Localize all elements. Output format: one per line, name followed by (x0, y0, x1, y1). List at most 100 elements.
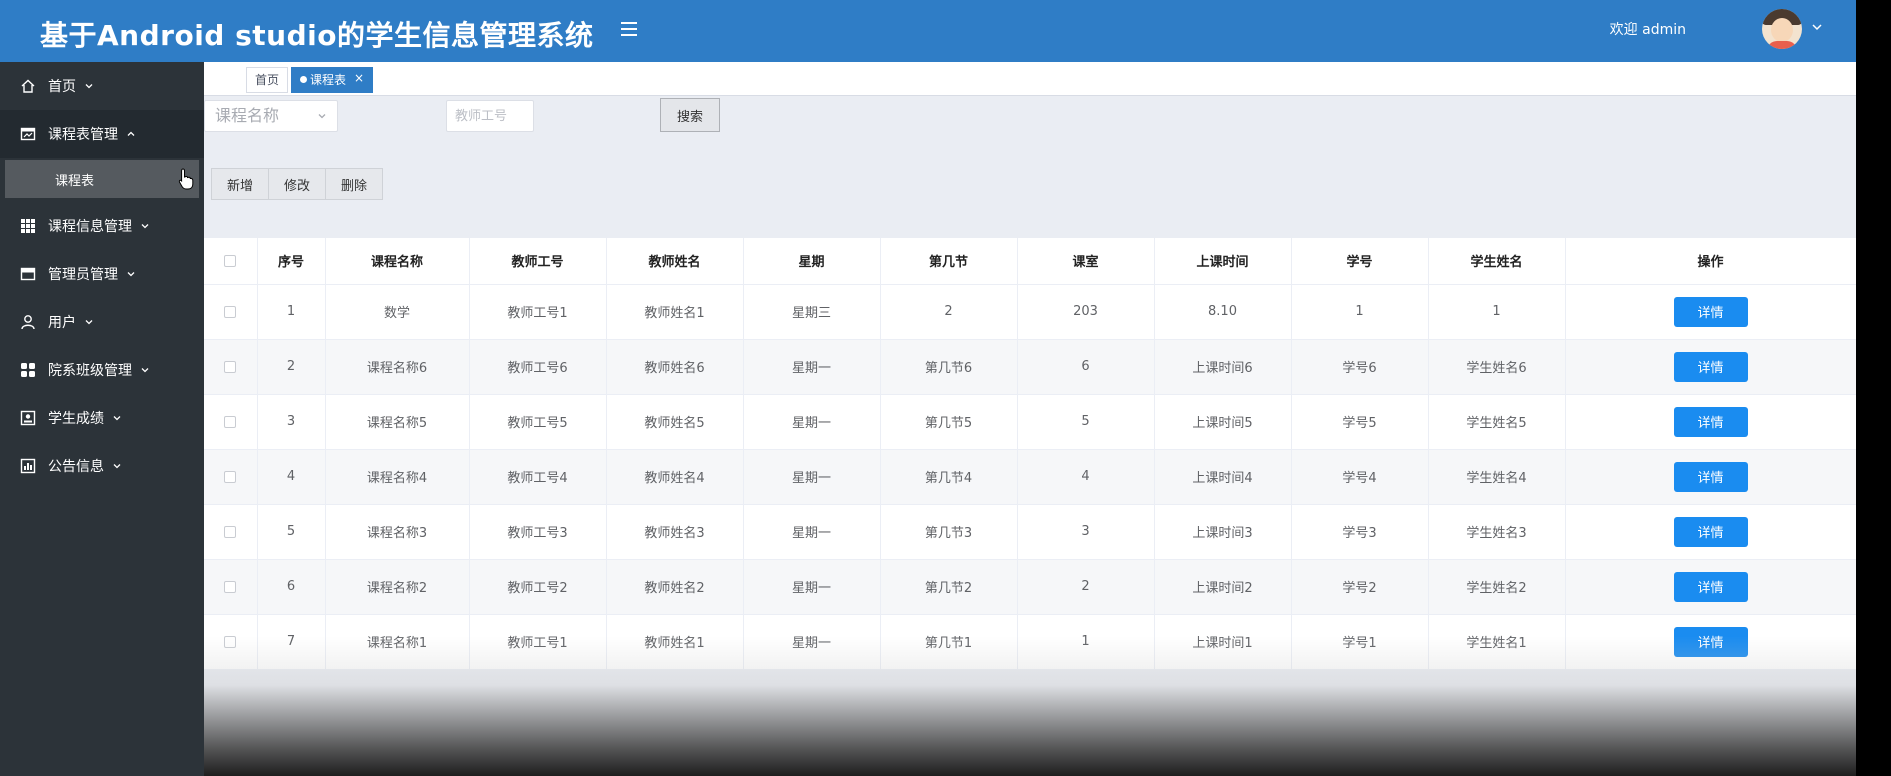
avatar[interactable] (1762, 9, 1802, 49)
detail-button[interactable]: 详情 (1673, 516, 1748, 547)
table-cell: 教师工号1 (469, 614, 607, 670)
sidebar-item-home[interactable]: 首页 (0, 62, 204, 110)
table-row[interactable]: 5 课程名称3 教师工号3 教师姓名3 星期一 第几节3 3 上课时间3 学号3 学生姓名3 详情 (204, 504, 1856, 560)
sidebar-item-label: 首页 (48, 79, 76, 95)
close-icon[interactable]: × (354, 66, 364, 90)
table-cell: 3 (257, 394, 326, 450)
table-row[interactable]: 4 课程名称4 教师工号4 教师姓名4 星期一 第几节4 4 上课时间4 学号4 学生姓名4 详情 (204, 449, 1856, 505)
edit-button[interactable]: 修改 (268, 168, 327, 200)
table-cell: 教师工号4 (469, 449, 607, 505)
row-select-cell (204, 339, 258, 395)
table-cell: 课程名称4 (325, 449, 470, 505)
top-header: 基于Android studio的学生信息管理系统 欢迎 admin (0, 0, 1856, 62)
row-checkbox[interactable] (224, 415, 237, 428)
sidebar-item-label: 公告信息 (48, 459, 104, 475)
chevron-down-icon[interactable] (1810, 20, 1824, 34)
row-checkbox[interactable] (224, 360, 237, 373)
table-cell: 星期一 (743, 504, 881, 560)
table-cell: 学号1 (1291, 614, 1429, 670)
delete-button[interactable]: 删除 (325, 168, 384, 200)
row-checkbox[interactable] (224, 470, 237, 483)
column-header[interactable]: 序号 (257, 238, 326, 285)
table-cell: 课程名称5 (325, 394, 470, 450)
column-header[interactable]: 学号 (1291, 238, 1429, 285)
sidebar-item-department-class[interactable]: 院系班级管理 (0, 346, 204, 394)
table-cell: 3 (1017, 504, 1155, 560)
row-checkbox[interactable] (224, 525, 237, 538)
menu-toggle-icon[interactable] (618, 18, 640, 40)
row-select-cell (204, 284, 258, 340)
column-header[interactable]: 课程名称 (325, 238, 470, 285)
column-header[interactable]: 学生姓名 (1428, 238, 1566, 285)
table-row[interactable]: 2 课程名称6 教师工号6 教师姓名6 星期一 第几节6 6 上课时间6 学号6 学生姓名6 详情 (204, 339, 1856, 395)
table-cell: 5 (1017, 394, 1155, 450)
detail-button[interactable]: 详情 (1673, 626, 1748, 657)
table-row[interactable]: 1 数学 教师工号1 教师姓名1 星期三 2 203 8.10 1 1 详情 (204, 284, 1856, 340)
sidebar-item-announcements[interactable]: 公告信息 (0, 442, 204, 490)
welcome-text: 欢迎 admin (1609, 22, 1686, 38)
tab-home[interactable]: 首页 (246, 67, 289, 93)
row-checkbox[interactable] (224, 635, 237, 648)
actions-cell: 详情 (1565, 339, 1856, 395)
table-cell: 课程名称2 (325, 559, 470, 615)
column-header[interactable]: 课室 (1017, 238, 1155, 285)
table-cell: 5 (257, 504, 326, 560)
detail-button[interactable]: 详情 (1673, 351, 1748, 382)
sidebar-item-admin-management[interactable]: 管理员管理 (0, 250, 204, 298)
table-cell: 教师姓名2 (606, 559, 744, 615)
sidebar-subitem-schedule[interactable]: 课程表 (5, 160, 199, 198)
table-cell: 教师姓名4 (606, 449, 744, 505)
table-cell: 学号5 (1291, 394, 1429, 450)
main-content: 首页 课程表 × 课程名称 搜索 新增 修改 删除 (204, 62, 1856, 776)
column-header[interactable]: 教师姓名 (606, 238, 744, 285)
row-checkbox[interactable] (224, 580, 237, 593)
bar-chart-icon (20, 458, 36, 474)
table-cell: 2 (1017, 559, 1155, 615)
table-cell: 学号6 (1291, 339, 1429, 395)
table-cell: 教师工号6 (469, 339, 607, 395)
column-header: 操作 (1565, 238, 1856, 285)
search-button[interactable]: 搜索 (660, 98, 720, 132)
table-cell: 4 (257, 449, 326, 505)
sidebar-item-student-grades[interactable]: 学生成绩 (0, 394, 204, 442)
chevron-down-icon (127, 272, 135, 277)
detail-button[interactable]: 详情 (1673, 406, 1748, 437)
add-button[interactable]: 新增 (211, 168, 270, 200)
select-all-checkbox[interactable] (224, 254, 237, 267)
table-cell: 2 (880, 284, 1018, 340)
detail-button[interactable]: 详情 (1673, 571, 1748, 602)
table-cell: 上课时间2 (1154, 559, 1292, 615)
table-cell: 数学 (325, 284, 470, 340)
table-cell: 4 (1017, 449, 1155, 505)
tab-schedule[interactable]: 课程表 × (291, 66, 374, 93)
tiles-icon (21, 363, 35, 377)
table-row[interactable]: 6 课程名称2 教师工号2 教师姓名2 星期一 第几节2 2 上课时间2 学号2 学生姓名2 详情 (204, 559, 1856, 615)
teacher-id-input[interactable] (446, 100, 534, 132)
table-cell: 第几节1 (880, 614, 1018, 670)
sidebar-item-users[interactable]: 用户 (0, 298, 204, 346)
card-icon (20, 267, 36, 281)
hand-cursor-icon (178, 168, 194, 190)
sidebar-item-course-info[interactable]: 课程信息管理 (0, 202, 204, 250)
table-row[interactable]: 7 课程名称1 教师工号1 教师姓名1 星期一 第几节1 1 上课时间1 学号1 学生姓名1 详情 (204, 614, 1856, 670)
sidebar-item-schedule-management[interactable]: 课程表管理 (0, 110, 204, 158)
column-header[interactable]: 上课时间 (1154, 238, 1292, 285)
table-cell: 教师工号2 (469, 559, 607, 615)
table-cell: 学生姓名5 (1428, 394, 1566, 450)
table-row[interactable]: 3 课程名称5 教师工号5 教师姓名5 星期一 第几节5 5 上课时间5 学号5 学生姓名5 详情 (204, 394, 1856, 450)
table-cell: 学号2 (1291, 559, 1429, 615)
row-select-cell (204, 394, 258, 450)
tab-schedule-label: 课程表 (310, 73, 347, 87)
column-header[interactable]: 星期 (743, 238, 881, 285)
course-name-select[interactable]: 课程名称 (204, 100, 338, 132)
row-checkbox[interactable] (224, 305, 237, 318)
app-title: 基于Android studio的学生信息管理系统 (40, 19, 594, 52)
detail-button[interactable]: 详情 (1673, 461, 1748, 492)
column-header[interactable]: 教师工号 (469, 238, 607, 285)
table-header-row: 序号 课程名称 教师工号 教师姓名 星期 第几节 课室 上课时间 学号 学生姓名… (204, 238, 1856, 285)
sidebar-subitem-label: 课程表 (55, 173, 95, 189)
actions-cell: 详情 (1565, 504, 1856, 560)
detail-button[interactable]: 详情 (1673, 296, 1748, 327)
action-toolbar: 新增 修改 删除 (211, 168, 384, 200)
column-header[interactable]: 第几节 (880, 238, 1018, 285)
